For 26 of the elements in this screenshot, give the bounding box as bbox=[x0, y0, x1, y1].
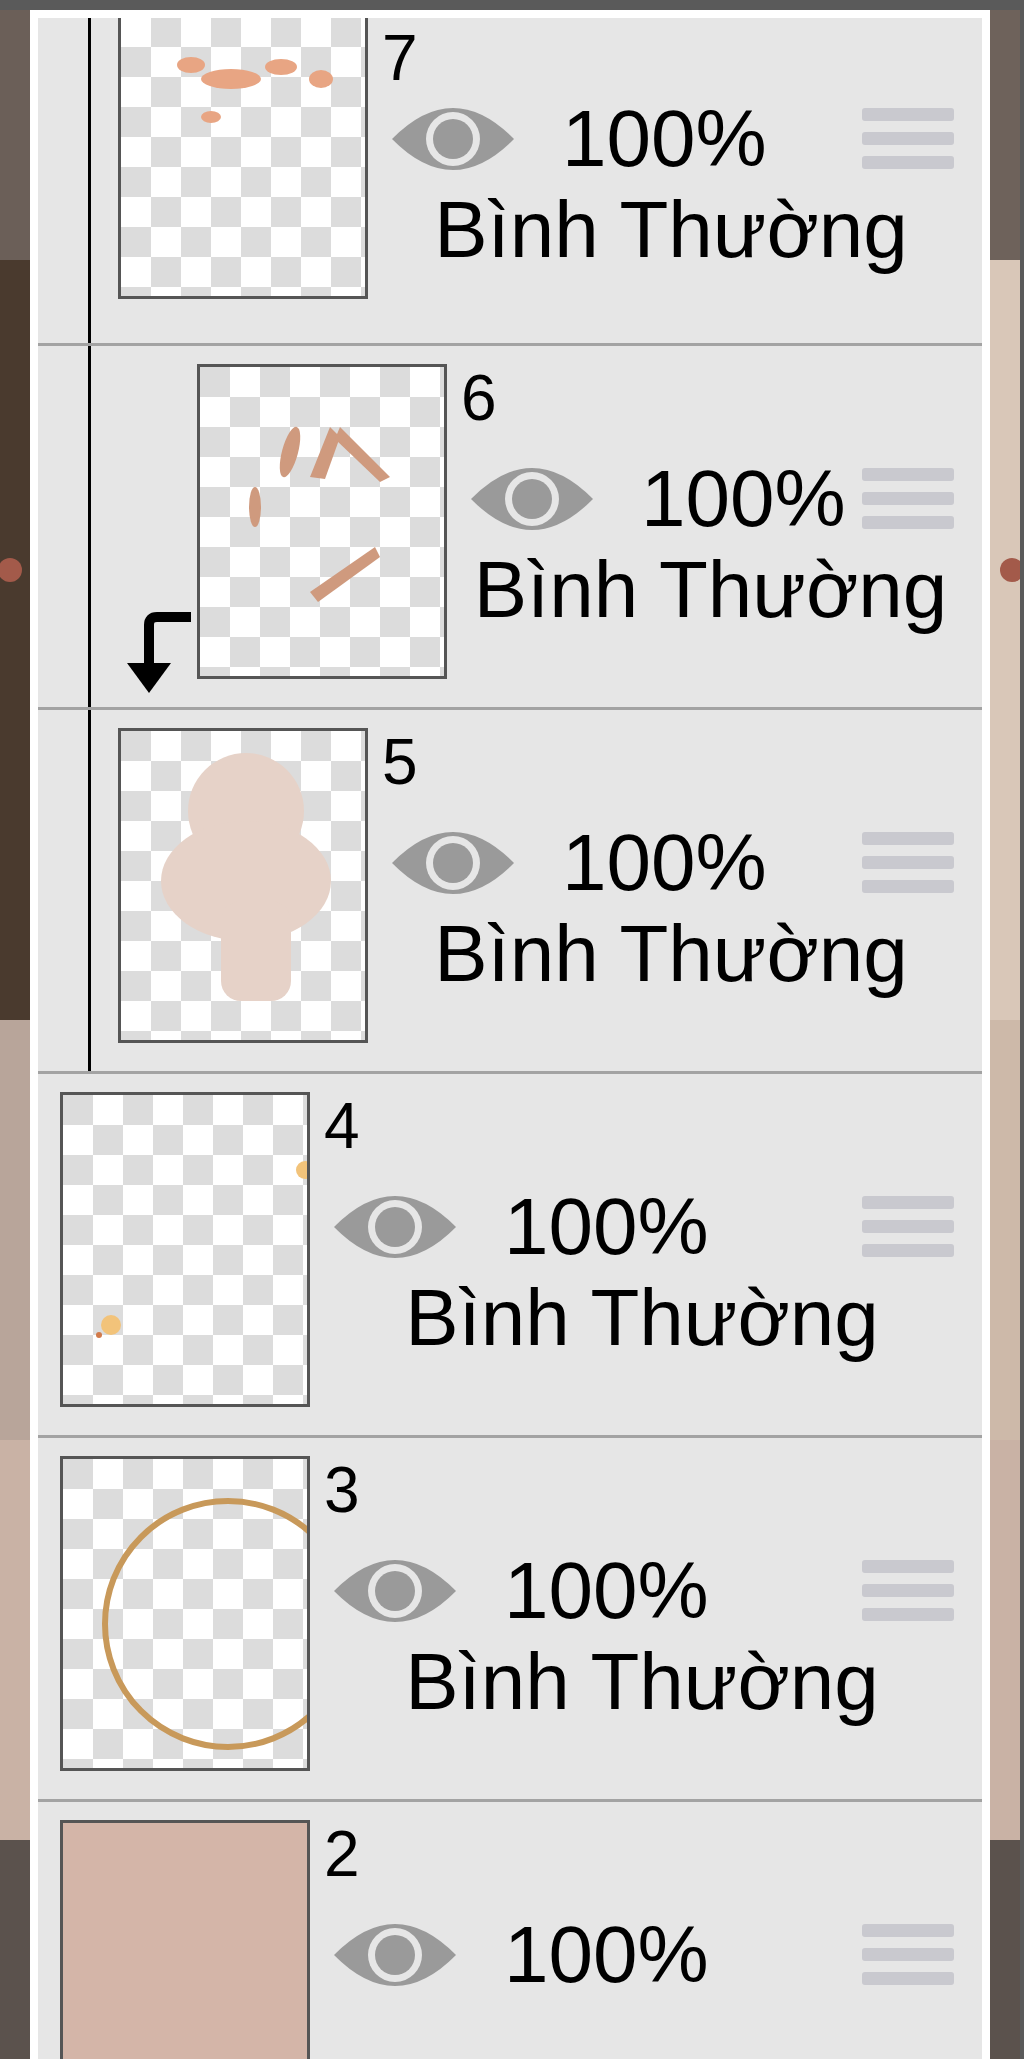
layer-number: 7 bbox=[382, 22, 418, 94]
blend-mode[interactable]: Bình Thường bbox=[434, 182, 908, 278]
opacity-value[interactable]: 100% bbox=[504, 1184, 709, 1270]
layer-number: 5 bbox=[382, 726, 418, 798]
blend-mode[interactable]: Bình Thường bbox=[473, 542, 948, 638]
layer-row[interactable]: 7 100% Bình Thường bbox=[38, 18, 982, 346]
drag-handle-icon[interactable] bbox=[862, 108, 954, 170]
drag-handle-icon[interactable] bbox=[862, 468, 954, 530]
drag-handle-icon[interactable] bbox=[862, 1560, 954, 1622]
drag-handle-icon[interactable] bbox=[862, 1196, 954, 1258]
layer-number: 3 bbox=[324, 1454, 360, 1526]
drag-handle-icon[interactable] bbox=[862, 832, 954, 894]
opacity-value[interactable]: 100% bbox=[562, 96, 767, 182]
blend-mode[interactable]: Bình Thường bbox=[434, 906, 908, 1002]
opacity-value[interactable]: 100% bbox=[562, 820, 767, 906]
layer-number: 2 bbox=[324, 1818, 360, 1890]
blend-mode[interactable]: Bình Thường bbox=[405, 1634, 879, 1730]
opacity-value[interactable]: 100% bbox=[641, 456, 846, 542]
opacity-value[interactable]: 100% bbox=[504, 1912, 709, 1998]
drag-handle-icon[interactable] bbox=[862, 1924, 954, 1986]
layer-row[interactable]: 6 100% Bình Thường bbox=[38, 346, 982, 710]
layer-number: 4 bbox=[324, 1090, 360, 1162]
layer-number: 6 bbox=[461, 362, 497, 434]
opacity-value[interactable]: 100% bbox=[504, 1548, 709, 1634]
layer-row[interactable]: 5 100% Bình Thường bbox=[38, 710, 982, 1074]
blend-mode[interactable]: Bình Thường bbox=[405, 1270, 879, 1366]
